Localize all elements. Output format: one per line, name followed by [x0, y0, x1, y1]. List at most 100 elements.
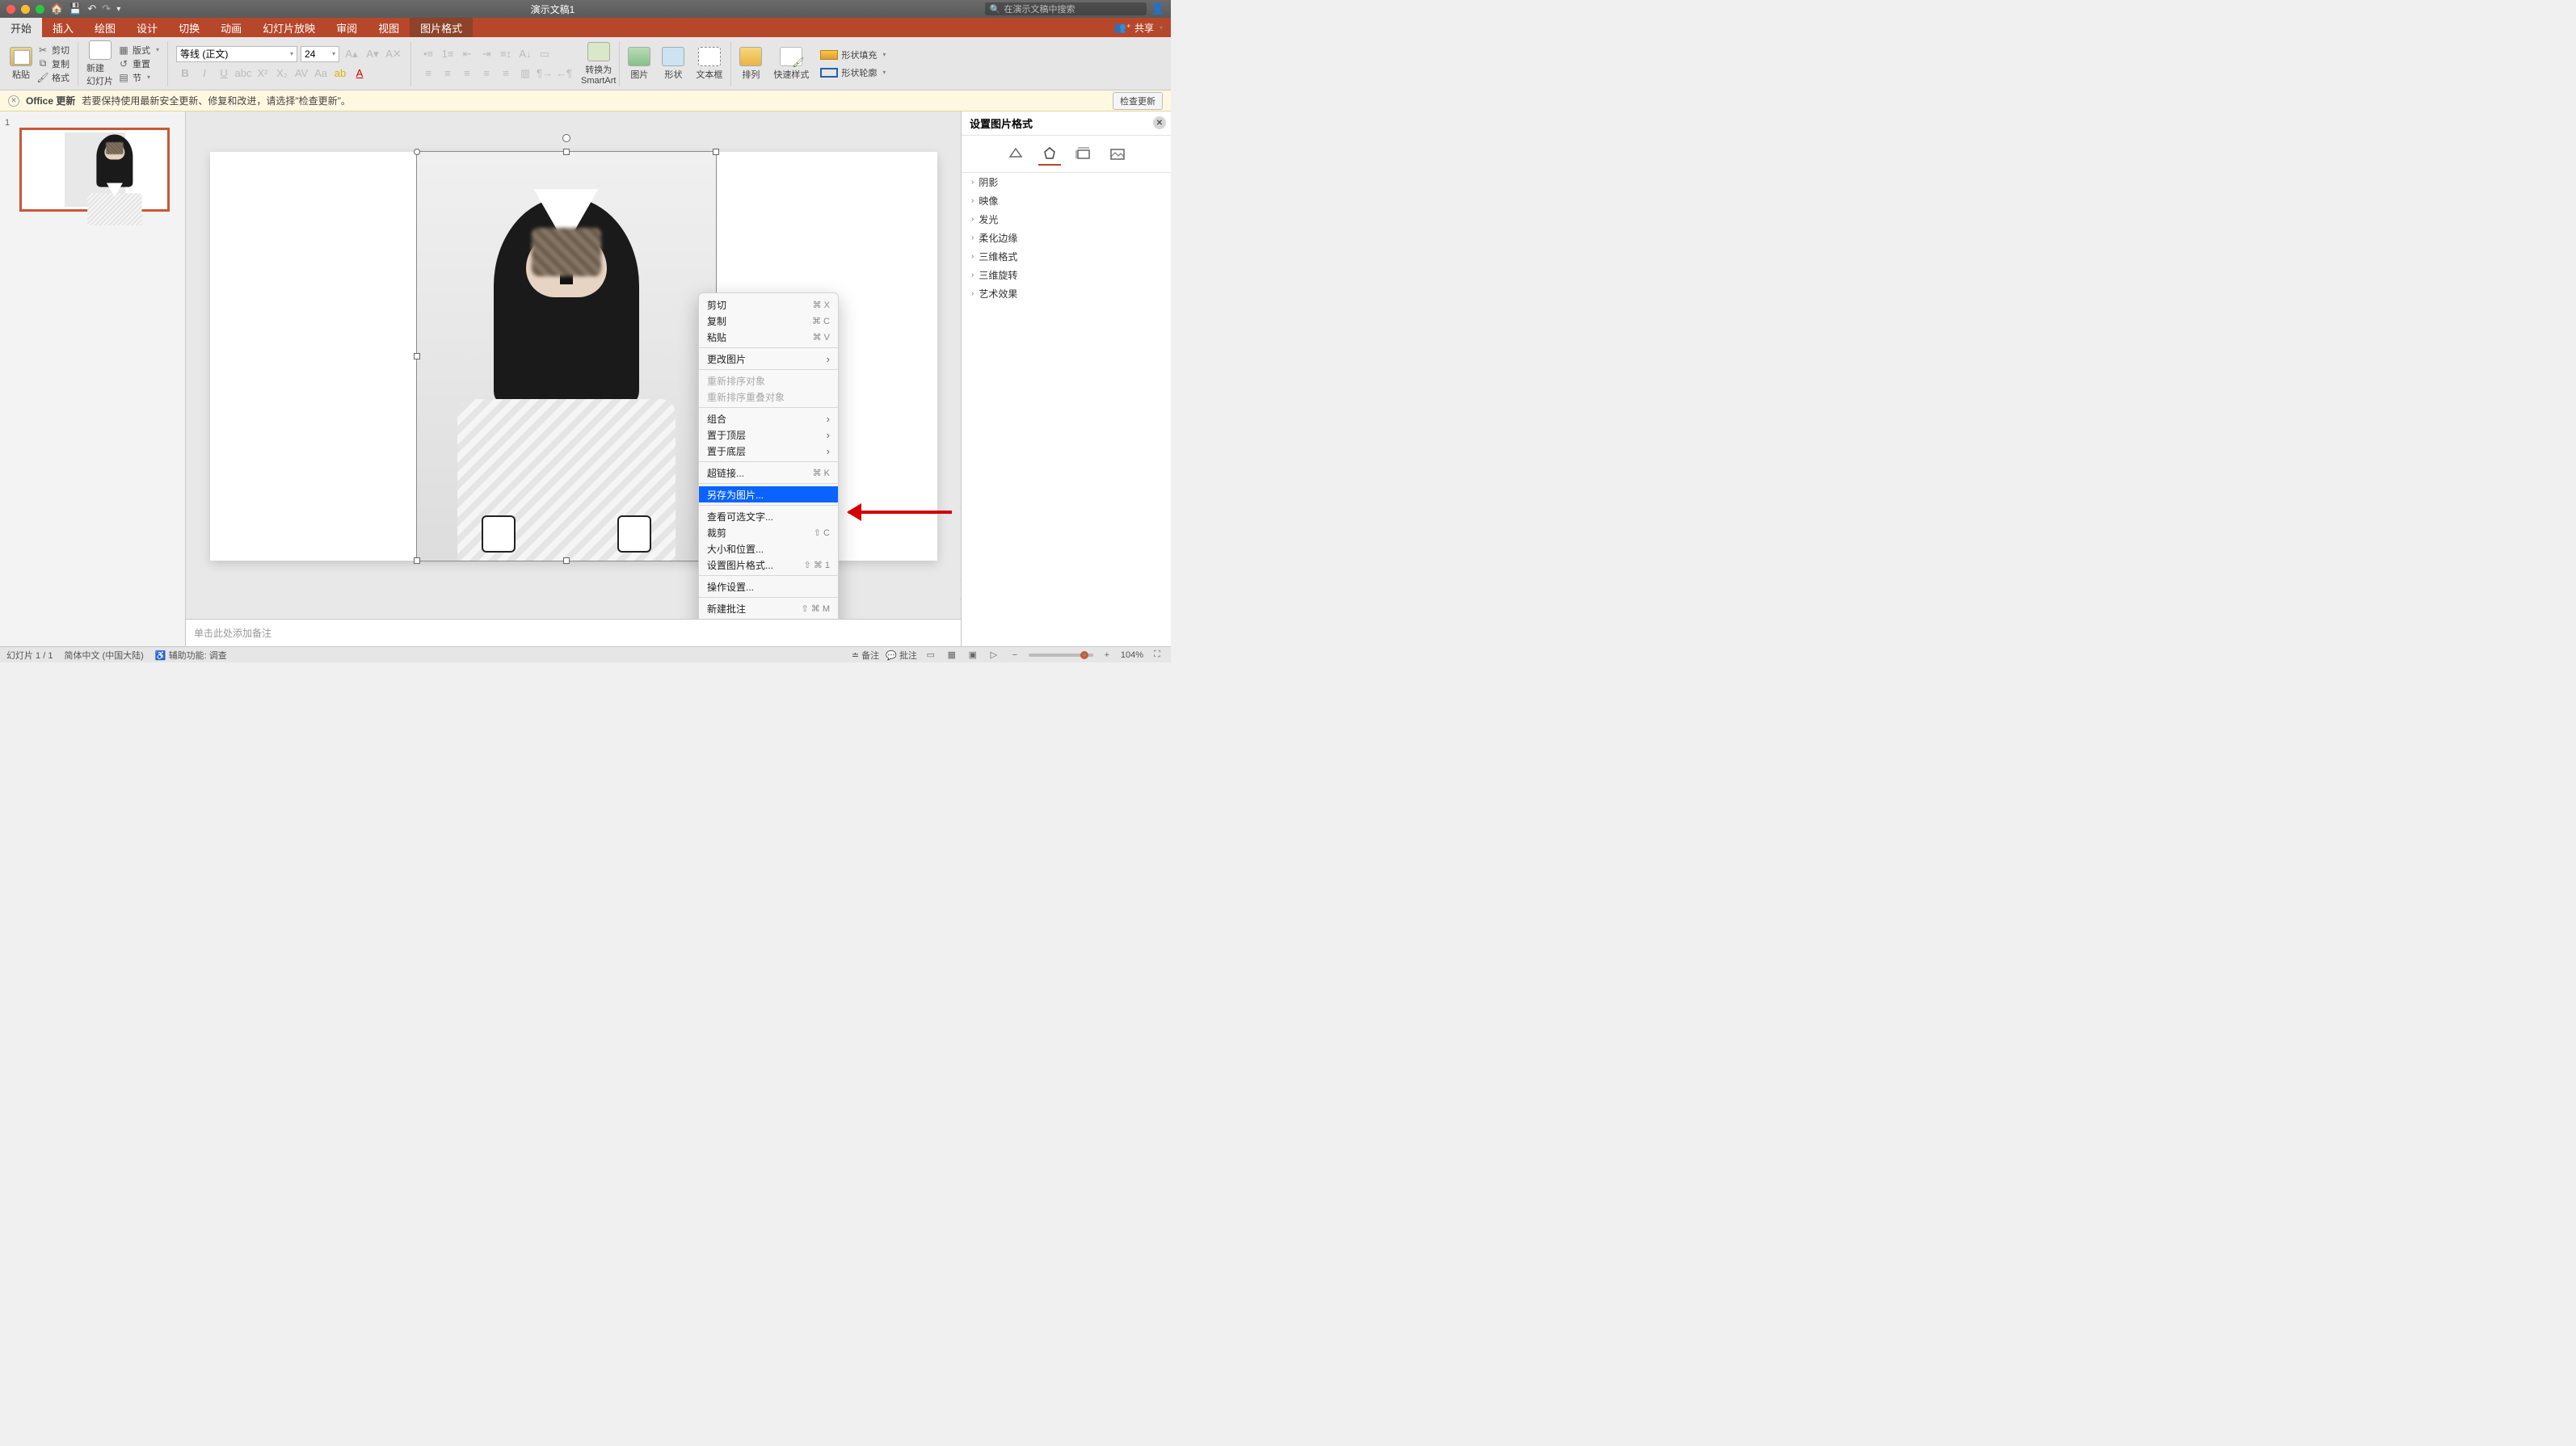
- layout-button[interactable]: ▦版式▾: [118, 44, 159, 57]
- notes-input[interactable]: 单击此处添加备注: [186, 619, 961, 646]
- slideshow-view-icon[interactable]: ▷: [987, 649, 1001, 662]
- increase-font-icon[interactable]: A▴: [343, 46, 360, 62]
- tab-animations[interactable]: 动画: [210, 18, 252, 37]
- reset-button[interactable]: ↺重置: [118, 57, 159, 70]
- superscript-button[interactable]: X²: [254, 65, 271, 82]
- tab-review[interactable]: 审阅: [326, 18, 368, 37]
- fp-artistic[interactable]: ›艺术效果: [962, 284, 1171, 303]
- ctx-new-comment[interactable]: 新建批注⇧ ⌘ M: [699, 600, 838, 616]
- quick-styles-button[interactable]: 🖌 快速样式: [773, 47, 809, 81]
- new-slide-button[interactable]: 新建 幻灯片: [86, 40, 113, 87]
- redo-icon[interactable]: ↷: [102, 2, 111, 15]
- zoom-slider[interactable]: [1029, 654, 1093, 657]
- check-update-button[interactable]: 检查更新: [1113, 92, 1163, 110]
- paste-button[interactable]: 粘贴: [10, 47, 32, 81]
- align-right-button[interactable]: ≡: [458, 65, 476, 82]
- picture-tab-icon[interactable]: [1106, 143, 1129, 166]
- status-language[interactable]: 简体中文 (中国大陆): [64, 649, 143, 662]
- status-comments-button[interactable]: 💬 批注: [886, 649, 917, 662]
- effects-tab-icon[interactable]: [1038, 143, 1061, 166]
- text-direction-button[interactable]: A↓: [516, 46, 534, 62]
- arrange-button[interactable]: 排列: [739, 47, 762, 81]
- columns-button[interactable]: ▥: [516, 65, 534, 82]
- change-case-button[interactable]: Aa: [312, 65, 330, 82]
- shapes-button[interactable]: 形状: [662, 47, 684, 81]
- tab-draw[interactable]: 绘图: [84, 18, 126, 37]
- ctx-paste[interactable]: 粘贴⌘ V: [699, 329, 838, 345]
- picture-button[interactable]: 图片: [628, 47, 650, 81]
- ctx-action-settings[interactable]: 操作设置...: [699, 578, 838, 595]
- rtl-button[interactable]: ←¶: [555, 65, 573, 82]
- format-painter-button[interactable]: 🖌格式: [37, 71, 69, 84]
- tab-transitions[interactable]: 切换: [168, 18, 210, 37]
- window-maximize-icon[interactable]: [36, 5, 44, 14]
- resize-handle[interactable]: [713, 149, 719, 155]
- ctx-copy[interactable]: 复制⌘ C: [699, 313, 838, 329]
- decrease-font-icon[interactable]: A▾: [364, 46, 381, 62]
- fp-3d-rotation[interactable]: ›三维旋转: [962, 266, 1171, 284]
- fp-shadow[interactable]: ›阴影: [962, 173, 1171, 191]
- undo-icon[interactable]: ↶: [87, 2, 96, 15]
- bullets-button[interactable]: •≡: [419, 46, 437, 62]
- resize-handle[interactable]: [414, 557, 420, 564]
- align-left-button[interactable]: ≡: [419, 65, 437, 82]
- tab-view[interactable]: 视图: [368, 18, 410, 37]
- close-icon[interactable]: ✕: [8, 95, 19, 107]
- slide-thumbnail-1[interactable]: [19, 128, 170, 212]
- ctx-crop[interactable]: 裁剪⇧ C: [699, 524, 838, 540]
- cut-button[interactable]: ✂剪切: [37, 44, 69, 57]
- slider-thumb[interactable]: [1080, 651, 1088, 659]
- ctx-send-back[interactable]: 置于底层›: [699, 443, 838, 459]
- resize-handle[interactable]: [414, 149, 420, 155]
- close-icon[interactable]: ✕: [1153, 116, 1166, 129]
- underline-button[interactable]: U: [215, 65, 233, 82]
- sorter-view-icon[interactable]: ▦: [945, 649, 959, 662]
- convert-smartart-button[interactable]: 转换为 SmartArt: [581, 42, 616, 86]
- home-icon[interactable]: 🏠: [50, 2, 63, 15]
- subscript-button[interactable]: X₂: [273, 65, 291, 82]
- highlight-button[interactable]: ab: [331, 65, 349, 82]
- user-icon[interactable]: 👤: [1151, 2, 1164, 15]
- search-input[interactable]: 🔍 在演示文稿中搜索: [985, 2, 1147, 15]
- bold-button[interactable]: B: [176, 65, 194, 82]
- copy-button[interactable]: ⧉复制: [37, 57, 69, 70]
- fp-3d-format[interactable]: ›三维格式: [962, 247, 1171, 266]
- fit-window-icon[interactable]: ⛶: [1150, 649, 1164, 662]
- justify-button[interactable]: ≡: [478, 65, 495, 82]
- ctx-size-position[interactable]: 大小和位置...: [699, 540, 838, 557]
- ctx-format-picture[interactable]: 设置图片格式...⇧ ⌘ 1: [699, 557, 838, 573]
- clear-format-icon[interactable]: A✕: [385, 46, 402, 62]
- char-spacing-button[interactable]: AV: [293, 65, 310, 82]
- line-spacing-button[interactable]: ≡↕: [497, 46, 515, 62]
- tab-slideshow[interactable]: 幻灯片放映: [252, 18, 326, 37]
- window-minimize-icon[interactable]: [21, 5, 30, 14]
- reading-view-icon[interactable]: ▣: [966, 649, 980, 662]
- ctx-bring-front[interactable]: 置于顶层›: [699, 427, 838, 443]
- font-color-button[interactable]: A: [351, 65, 368, 82]
- resize-handle[interactable]: [563, 557, 570, 564]
- zoom-value[interactable]: 104%: [1121, 650, 1143, 660]
- customize-qat-icon[interactable]: ▾: [116, 5, 120, 14]
- tab-home[interactable]: 开始: [0, 18, 42, 37]
- normal-view-icon[interactable]: ▭: [924, 649, 938, 662]
- status-notes-button[interactable]: ≐ 备注: [852, 649, 879, 662]
- shape-outline-button[interactable]: 形状轮廓▾: [820, 66, 886, 79]
- indent-dec-button[interactable]: ⇤: [458, 46, 476, 62]
- shape-fill-button[interactable]: 形状填充▾: [820, 48, 886, 61]
- fill-tab-icon[interactable]: [1004, 143, 1027, 166]
- ctx-hyperlink[interactable]: 超链接...⌘ K: [699, 464, 838, 481]
- tab-picture-format[interactable]: 图片格式: [410, 18, 473, 37]
- section-button[interactable]: ▤节▾: [118, 71, 159, 84]
- fp-reflection[interactable]: ›映像: [962, 191, 1171, 210]
- distributed-button[interactable]: ≡: [497, 65, 515, 82]
- save-icon[interactable]: 💾: [69, 2, 82, 15]
- ltr-button[interactable]: ¶→: [536, 65, 554, 82]
- fp-soft-edges[interactable]: ›柔化边缘: [962, 229, 1171, 247]
- align-text-button[interactable]: ▭: [536, 46, 554, 62]
- fp-glow[interactable]: ›发光: [962, 210, 1171, 229]
- font-name-input[interactable]: 等线 (正文)▾: [176, 46, 297, 62]
- align-center-button[interactable]: ≡: [439, 65, 457, 82]
- resize-handle[interactable]: [563, 149, 570, 155]
- rotate-handle[interactable]: [562, 134, 570, 142]
- resize-handle[interactable]: [414, 353, 420, 359]
